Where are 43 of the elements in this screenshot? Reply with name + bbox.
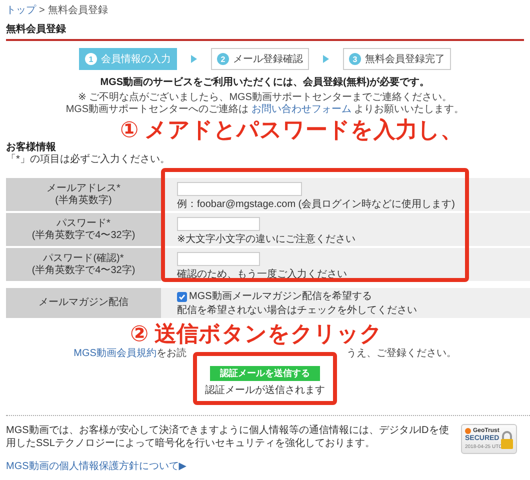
breadcrumb-link[interactable]: トップ <box>6 4 36 17</box>
privacy-policy-link[interactable]: MGS動画の個人情報保護方針について▶ <box>6 460 186 473</box>
breadcrumb-separator: > <box>39 4 45 17</box>
step-number: 1 <box>85 53 97 65</box>
security-text: MGS動画では、お客様が安心して決済できますように個人情報等の通信情報には、デジタルIDを使用したSSLテクノロジーによって暗号化を行いセキュリティを強化しております。 <box>6 424 450 450</box>
page-title: 無料会員登録 <box>6 23 524 41</box>
contact-form-link[interactable]: お問い合わせフォーム <box>251 104 352 115</box>
breadcrumb-current: 無料会員登録 <box>48 4 108 17</box>
checkbox-label[interactable]: MGS動画メールマガジン配信を希望する <box>189 291 372 303</box>
step-label: 無料会員登録完了 <box>365 52 445 66</box>
send-note: 認証メールが送信されます <box>205 385 325 397</box>
support-note: ※ ご不明な点がございましたら、MGS動画サポートセンターまでご連絡ください。 <box>77 92 453 104</box>
annotation-text: ② 送信ボタンをクリック <box>130 321 383 346</box>
annotation-text: ① メアドとパスワードを入力し、 <box>120 117 463 142</box>
intro-lead: MGS動画のサービスをご利用いただくには、会員登録(無料)が必要です。 <box>99 77 431 89</box>
arrow-icon <box>323 55 329 63</box>
field-label: パスワード(確認)* <box>43 252 124 264</box>
contact-note: MGS動画サポートセンターへのご連絡は お問い合わせフォーム よりお願いいたします。 <box>64 104 466 116</box>
step-label: 会員情報の入力 <box>101 52 171 66</box>
required-note: 「*」の項目は必ずご入力ください。 <box>6 154 171 166</box>
field-label: メールアドレス* <box>46 182 120 194</box>
arrow-icon <box>191 55 197 63</box>
step-number: 2 <box>217 53 229 65</box>
brand-icon <box>465 428 471 434</box>
field-hint: 例：foobar@mgstage.com (会員ログイン時などに使用します) <box>177 199 456 211</box>
field-hint: 配信を希望されない場合はチェックを外してください <box>177 305 418 317</box>
field-sublabel: (半角英数字で4〜32字) <box>32 230 136 242</box>
terms-link[interactable]: MGS動画会員規約 <box>74 348 156 360</box>
input-field[interactable] <box>177 217 260 231</box>
checkbox[interactable] <box>177 292 187 302</box>
section-heading: お客様情報 <box>6 142 57 154</box>
input-field[interactable] <box>177 252 260 266</box>
step-number: 3 <box>349 53 361 65</box>
field-sublabel: (半角英数字) <box>55 194 112 206</box>
input-field[interactable] <box>177 182 302 196</box>
terms-text: をお読 <box>156 348 186 360</box>
field-sublabel: (半角英数字で4〜32字) <box>32 264 136 276</box>
terms-text: うえ、ご登録ください。 <box>346 348 456 360</box>
field-label: パスワード* <box>56 218 110 230</box>
step-label: メール登録確認 <box>233 52 303 66</box>
field-hint: ※大文字小文字の違いにご注意ください <box>177 234 356 246</box>
field-label: メールマガジン配信 <box>38 297 128 309</box>
padlock-icon <box>500 431 514 449</box>
